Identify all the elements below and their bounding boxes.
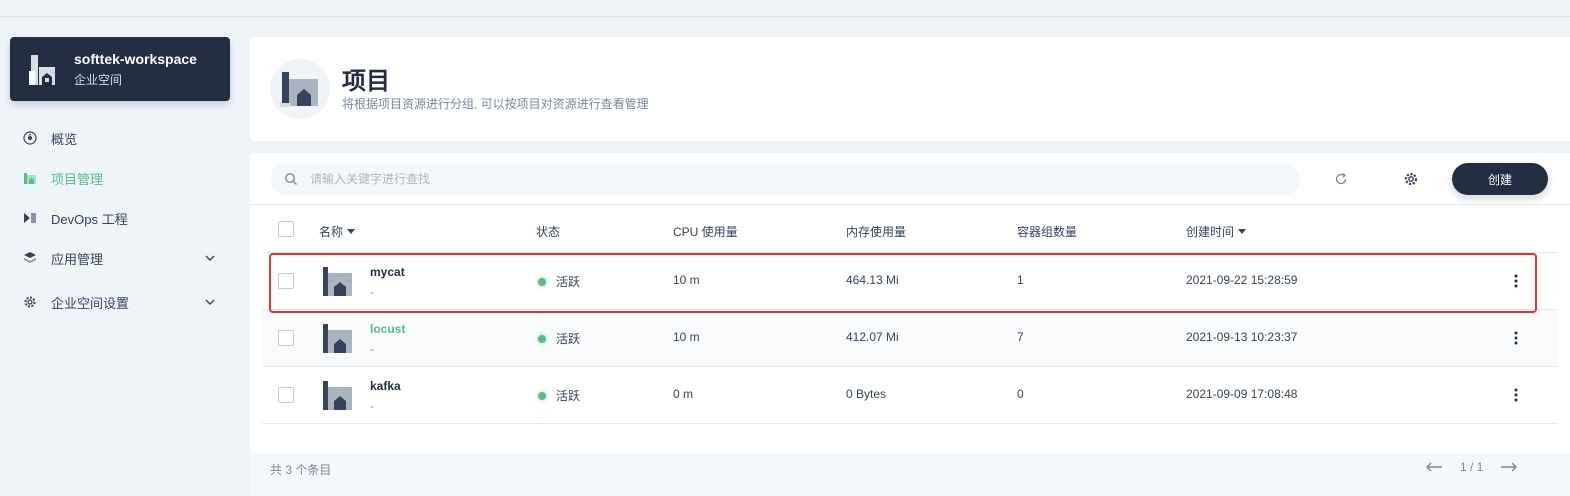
project-name-link[interactable]: kafka (370, 379, 401, 393)
column-created-header[interactable]: 创建时间 (1186, 223, 1247, 240)
sidebar-item-label: 企业空间设置 (51, 295, 130, 311)
status-badge: 活跃 (538, 387, 580, 404)
more-actions-button[interactable] (1508, 273, 1524, 289)
created-time: 2021-09-09 17:08:48 (1186, 387, 1298, 401)
workspace-icon (29, 55, 55, 85)
status-badge: 活跃 (538, 330, 580, 347)
pagination: 1 / 1 (1424, 459, 1519, 475)
column-pods-header: 容器组数量 (1017, 225, 1078, 239)
sidebar-item-label: DevOps 工程 (51, 211, 128, 227)
status-dot-icon (538, 334, 546, 343)
memory-usage: 0 Bytes (846, 387, 887, 401)
column-memory-header: 内存使用量 (846, 225, 907, 239)
total-count: 共 3 个条目 (270, 463, 332, 477)
gear-icon (1404, 172, 1418, 186)
created-time: 2021-09-13 10:23:37 (1186, 330, 1298, 344)
status-badge: 活跃 (538, 273, 580, 290)
sidebar-item-projects[interactable]: 项目管理 (22, 168, 222, 188)
pod-count: 7 (1017, 330, 1024, 344)
more-vertical-icon (1514, 388, 1518, 402)
pod-count: 1 (1017, 273, 1024, 287)
sidebar-item-devops[interactable]: DevOps 工程 (22, 208, 222, 228)
dashboard-icon (22, 130, 38, 146)
top-divider (0, 16, 1570, 17)
row-checkbox[interactable] (278, 387, 294, 403)
toolbar: 创建 (250, 153, 1570, 205)
table-row[interactable]: kafka - 活跃 0 m 0 Bytes 0 2021-09-09 17:0… (262, 367, 1558, 424)
project-description: - (370, 342, 374, 356)
cpu-usage: 10 m (673, 330, 700, 344)
project-table: 名称 状态 CPU 使用量 内存使用量 容器组数量 创建时间 mycat - 活… (262, 205, 1558, 424)
project-icon (323, 267, 352, 296)
column-status-header: 状态 (536, 225, 561, 239)
sort-caret-icon (1238, 229, 1247, 234)
page-description: 将根据项目资源进行分组, 可以按项目对资源进行查看管理 (342, 97, 649, 111)
create-button[interactable]: 创建 (1452, 163, 1548, 195)
project-name-link[interactable]: mycat (370, 265, 405, 279)
row-checkbox[interactable] (278, 330, 294, 346)
column-name-header[interactable]: 名称 (319, 223, 356, 240)
project-icon (280, 72, 318, 107)
chevron-down-icon (205, 299, 215, 305)
table-row[interactable]: locust - 活跃 10 m 412.07 Mi 7 2021-09-13 … (262, 310, 1558, 367)
select-all-checkbox[interactable] (278, 221, 294, 237)
search-input[interactable] (310, 163, 1290, 195)
more-vertical-icon (1514, 331, 1518, 345)
devops-icon (22, 210, 38, 226)
status-dot-icon (538, 277, 546, 286)
gear-icon (22, 294, 38, 310)
search-bar[interactable] (270, 163, 1300, 195)
sidebar-item-label: 概览 (51, 131, 78, 147)
project-icon (22, 170, 38, 186)
memory-usage: 412.07 Mi (846, 330, 899, 344)
more-actions-button[interactable] (1508, 330, 1524, 346)
more-vertical-icon (1514, 274, 1518, 288)
next-page-button[interactable] (1499, 459, 1519, 475)
row-checkbox[interactable] (278, 273, 294, 289)
prev-page-button[interactable] (1424, 459, 1444, 475)
project-icon (323, 324, 352, 353)
arrow-right-icon (1501, 462, 1518, 472)
project-description: - (370, 285, 374, 299)
sidebar-item-label: 应用管理 (51, 251, 104, 267)
sort-caret-icon (347, 229, 356, 234)
sidebar-item-apps[interactable]: 应用管理 (22, 248, 222, 268)
more-actions-button[interactable] (1508, 387, 1524, 403)
search-icon (285, 173, 297, 185)
cpu-usage: 10 m (673, 273, 700, 287)
status-dot-icon (538, 391, 546, 400)
project-name-link[interactable]: locust (370, 322, 405, 336)
workspace-subtitle: 企业空间 (74, 73, 123, 87)
sidebar-item-label: 项目管理 (51, 171, 104, 187)
created-time: 2021-09-22 15:28:59 (1186, 273, 1298, 287)
page-header: 项目 将根据项目资源进行分组, 可以按项目对资源进行查看管理 (250, 37, 1570, 141)
sidebar-item-overview[interactable]: 概览 (22, 128, 222, 148)
chevron-down-icon (205, 255, 215, 261)
arrow-left-icon (1426, 462, 1442, 472)
project-list-card: 创建 名称 状态 CPU 使用量 内存使用量 容器组数量 创建时间 mycat … (250, 153, 1570, 496)
refresh-icon (1335, 172, 1347, 185)
workspace-card[interactable]: softtek-workspace 企业空间 (10, 37, 230, 101)
page-icon-container (270, 59, 330, 119)
settings-button[interactable] (1401, 169, 1421, 189)
column-cpu-header: CPU 使用量 (673, 225, 738, 239)
table-footer: 共 3 个条目 1 / 1 (250, 453, 1570, 496)
table-header: 名称 状态 CPU 使用量 内存使用量 容器组数量 创建时间 (262, 205, 1558, 253)
workspace-name: softtek-workspace (74, 51, 197, 67)
memory-usage: 464.13 Mi (846, 273, 899, 287)
refresh-button[interactable] (1331, 169, 1351, 189)
app-stack-icon (22, 250, 38, 266)
project-icon (323, 381, 352, 410)
page-indicator: 1 / 1 (1460, 460, 1484, 474)
pod-count: 0 (1017, 387, 1024, 401)
page-title: 项目 (342, 68, 390, 95)
project-description: - (370, 399, 374, 413)
sidebar-item-workspace-settings[interactable]: 企业空间设置 (22, 292, 222, 312)
cpu-usage: 0 m (673, 387, 694, 401)
table-row[interactable]: mycat - 活跃 10 m 464.13 Mi 1 2021-09-22 1… (262, 253, 1558, 310)
